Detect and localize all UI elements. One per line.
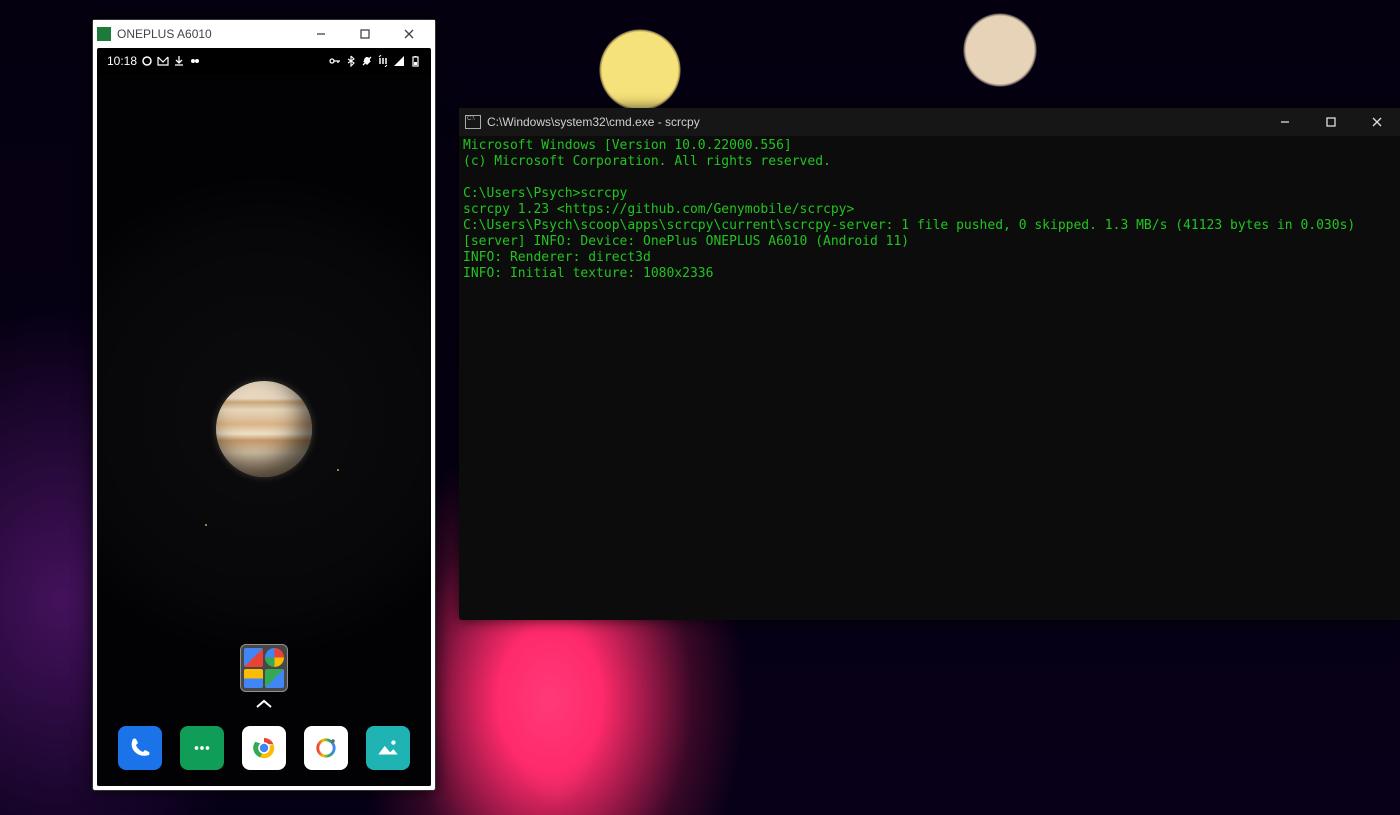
- scrcpy-window[interactable]: ONEPLUS A6010 10:18: [92, 19, 436, 791]
- cmd-line: INFO: Initial texture: 1080x2336: [463, 266, 713, 281]
- scrcpy-titlebar[interactable]: ONEPLUS A6010: [93, 20, 435, 48]
- gallery-app-icon[interactable]: [366, 726, 410, 770]
- scrcpy-app-icon: [97, 27, 111, 41]
- cmd-output[interactable]: Microsoft Windows [Version 10.0.22000.55…: [459, 136, 1400, 620]
- google-mini-icon: [244, 648, 263, 667]
- cmd-line: Microsoft Windows [Version 10.0.22000.55…: [463, 138, 792, 153]
- cmd-line: [server] INFO: Device: OnePlus ONEPLUS A…: [463, 234, 909, 249]
- bluetooth-icon: [345, 55, 357, 67]
- camera-app-icon[interactable]: [304, 726, 348, 770]
- cmd-line: scrcpy 1.23 <https://github.com/Genymobi…: [463, 202, 854, 217]
- photos-mini-icon: [244, 669, 263, 688]
- battery-icon: [409, 55, 421, 67]
- android-dock: [97, 726, 431, 770]
- cmd-line: C:\Users\Psych>scrcpy: [463, 186, 627, 201]
- android-wallpaper[interactable]: [97, 74, 431, 786]
- vpn-key-icon: [329, 55, 341, 67]
- chrome-mini-icon: [265, 648, 284, 667]
- cmd-close-button[interactable]: [1354, 108, 1400, 136]
- cmd-title-text: C:\Windows\system32\cmd.exe - scrcpy: [487, 115, 1262, 129]
- cmd-line: C:\Users\Psych\scoop\apps\scrcpy\current…: [463, 218, 1355, 233]
- cmd-app-icon: [465, 115, 481, 129]
- mute-icon: [361, 55, 373, 67]
- close-button[interactable]: [387, 20, 431, 48]
- star-dot: [205, 524, 207, 526]
- android-statusbar[interactable]: 10:18: [97, 48, 431, 74]
- google-apps-folder[interactable]: [240, 644, 288, 692]
- app-notif-icon: [189, 55, 201, 67]
- download-icon: [173, 55, 185, 67]
- cmd-window[interactable]: C:\Windows\system32\cmd.exe - scrcpy Mic…: [459, 108, 1400, 620]
- cmd-maximize-button[interactable]: [1308, 108, 1354, 136]
- android-screen[interactable]: 10:18: [97, 48, 431, 786]
- phone-app-icon[interactable]: [118, 726, 162, 770]
- status-time: 10:18: [107, 54, 137, 68]
- chrome-app-icon[interactable]: [242, 726, 286, 770]
- app-drawer-caret-icon[interactable]: [255, 696, 273, 714]
- drive-mini-icon: [265, 669, 284, 688]
- jupiter-graphic: [216, 381, 312, 477]
- cmd-titlebar[interactable]: C:\Windows\system32\cmd.exe - scrcpy: [459, 108, 1400, 136]
- messages-app-icon[interactable]: [180, 726, 224, 770]
- data-icon: [377, 55, 389, 67]
- gmail-icon: [157, 55, 169, 67]
- maximize-button[interactable]: [343, 20, 387, 48]
- cmd-line: INFO: Renderer: direct3d: [463, 250, 651, 265]
- cmd-line: (c) Microsoft Corporation. All rights re…: [463, 154, 831, 169]
- minimize-button[interactable]: [299, 20, 343, 48]
- scrcpy-title-text: ONEPLUS A6010: [117, 27, 299, 41]
- signal-icon: [393, 55, 405, 67]
- cmd-minimize-button[interactable]: [1262, 108, 1308, 136]
- star-dot: [337, 469, 339, 471]
- sync-icon: [141, 55, 153, 67]
